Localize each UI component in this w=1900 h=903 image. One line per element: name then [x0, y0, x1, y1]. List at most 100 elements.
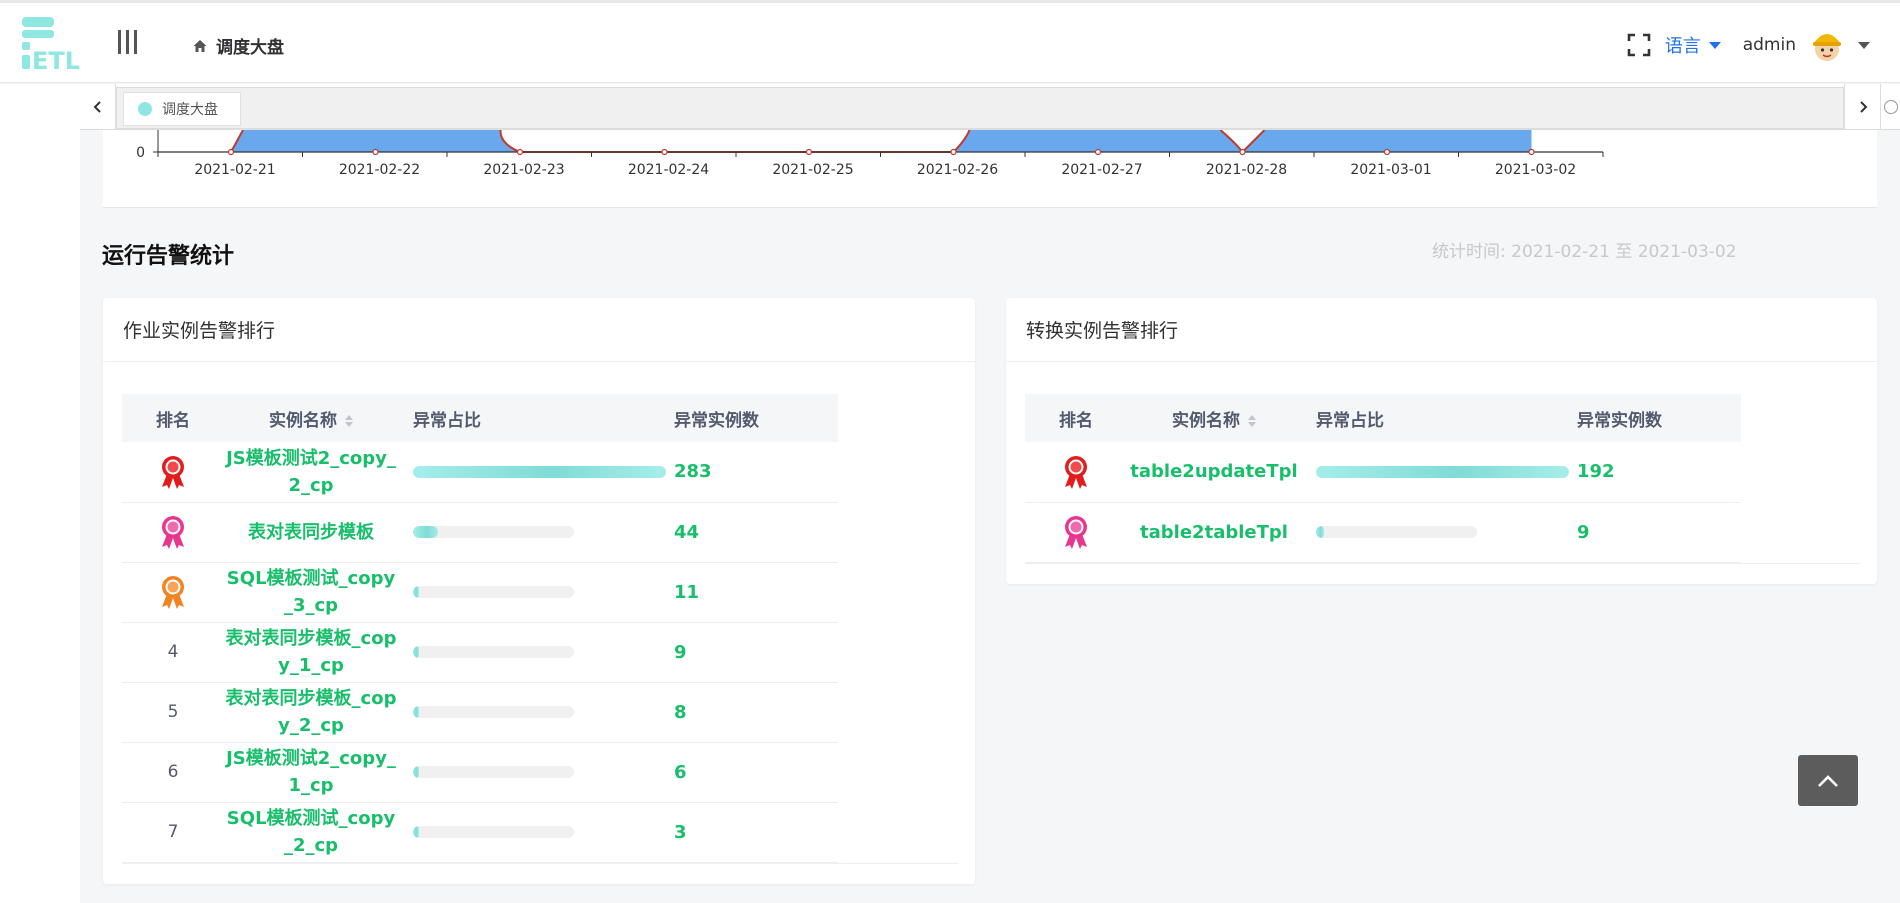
stat-time: 统计时间: 2021-02-21 至 2021-03-02	[1432, 242, 1737, 262]
hamburger-icon[interactable]	[118, 30, 140, 54]
rank-cell	[1025, 442, 1127, 503]
abnormal-count: 9	[674, 641, 687, 663]
dispatch-trend-chart: 0 2021-02-21 2021-02-22 2021-02-23 2021-02-2…	[103, 130, 1877, 208]
job-alarm-table: 排名 实例名称 异常占比 异常实例数 JS模板测试2_copy_2_cp 283 表…	[122, 394, 838, 863]
gold-medal-icon	[1065, 455, 1087, 489]
ratio-cell	[398, 682, 674, 743]
ratio-progress-fill	[413, 465, 666, 478]
name-cell: 表对表同步模板_copy_1_cp	[224, 622, 398, 683]
rank-cell: 6	[122, 742, 224, 803]
sort-icon[interactable]	[1248, 414, 1256, 427]
tab-close-all-icon[interactable]	[1880, 84, 1900, 130]
trans-alarm-table: 排名 实例名称 异常占比 异常实例数 table2updateTpl 192 tab…	[1025, 394, 1741, 563]
instance-name-link[interactable]: table2tableTpl	[1140, 519, 1288, 546]
ratio-cell	[1301, 442, 1577, 503]
x-tick-label: 2021-03-02	[1495, 162, 1576, 178]
instance-name-link[interactable]: 表对表同步模板_copy_2_cp	[224, 685, 398, 739]
table-row: 7 SQL模板测试_copy_2_cp 3	[122, 802, 838, 863]
table-header-row: 排名 实例名称 异常占比 异常实例数	[122, 394, 838, 442]
count-cell: 44	[674, 502, 838, 563]
name-cell: SQL模板测试_copy_3_cp	[224, 562, 398, 623]
ratio-progress-bar	[1316, 526, 1477, 538]
table-row: JS模板测试2_copy_2_cp 283	[122, 442, 838, 503]
data-point	[1239, 148, 1246, 156]
username[interactable]: admin	[1743, 35, 1796, 55]
x-tick-label: 2021-02-28	[1206, 162, 1287, 178]
count-cell: 8	[674, 682, 838, 743]
fullscreen-icon[interactable]	[1627, 33, 1651, 57]
ratio-progress-fill	[413, 646, 419, 658]
avatar[interactable]	[1810, 27, 1844, 63]
rank-cell	[122, 562, 224, 623]
instance-name-link[interactable]: 表对表同步模板	[248, 519, 374, 546]
tab-scroll-left-icon[interactable]	[80, 84, 116, 130]
tab-scroll-area: 调度大盘	[116, 87, 1844, 129]
navbar: ETL 调度大盘 语言 admin	[0, 3, 1900, 83]
home-icon	[193, 39, 207, 52]
job-panel-title: 作业实例告警排行	[103, 298, 975, 362]
ratio-progress-fill	[1316, 526, 1324, 538]
divider	[1025, 563, 1861, 564]
data-point	[227, 148, 235, 156]
ratio-progress-bar	[413, 706, 574, 718]
instance-name-link[interactable]: SQL模板测试_copy_3_cp	[224, 565, 398, 619]
language-dropdown[interactable]: 语言	[1665, 32, 1721, 58]
col-name[interactable]: 实例名称	[224, 394, 398, 442]
abnormal-count: 8	[674, 701, 687, 723]
ratio-progress-fill	[413, 526, 438, 538]
instance-name-link[interactable]: JS模板测试2_copy_1_cp	[224, 745, 398, 799]
rank-cell: 5	[122, 682, 224, 743]
tab-dispatch-dashboard[interactable]: 调度大盘	[123, 92, 241, 126]
breadcrumb[interactable]: 调度大盘	[192, 33, 284, 58]
count-cell: 9	[1577, 502, 1741, 563]
tab-scroll-right-icon[interactable]	[1844, 84, 1880, 130]
ratio-progress-bar	[413, 586, 574, 598]
ratio-progress-bar	[413, 826, 574, 838]
table-row: SQL模板测试_copy_3_cp 11	[122, 562, 838, 623]
instance-name-link[interactable]: JS模板测试2_copy_2_cp	[224, 445, 398, 499]
data-point	[1383, 148, 1391, 156]
col-ratio: 异常占比	[398, 394, 674, 442]
rank-number: 4	[167, 642, 179, 662]
count-cell: 3	[674, 802, 838, 863]
abnormal-count: 11	[674, 581, 700, 603]
tab-label: 调度大盘	[162, 102, 218, 118]
data-point	[661, 148, 668, 156]
data-point	[516, 148, 524, 156]
col-name[interactable]: 实例名称	[1127, 394, 1301, 442]
ratio-cell	[398, 742, 674, 803]
abnormal-count: 6	[674, 761, 687, 783]
data-point	[805, 148, 813, 156]
rank-cell	[122, 502, 224, 563]
etl-logo[interactable]: ETL	[20, 15, 80, 75]
instance-name-link[interactable]: SQL模板测试_copy_2_cp	[224, 805, 398, 859]
trans-alarm-panel: 转换实例告警排行 排名 实例名称 异常占比 异常实例数 table2update…	[1006, 298, 1877, 584]
count-cell: 9	[674, 622, 838, 683]
caret-down-icon	[1708, 41, 1721, 49]
ratio-cell	[398, 562, 674, 623]
chevron-up-icon	[1818, 774, 1838, 787]
name-cell: JS模板测试2_copy_1_cp	[224, 742, 398, 803]
instance-name-link[interactable]: 表对表同步模板_copy_1_cp	[224, 625, 398, 679]
breadcrumb-label: 调度大盘	[216, 38, 284, 58]
ratio-progress-bar	[413, 766, 574, 778]
col-count: 异常实例数	[674, 394, 838, 442]
name-cell: 表对表同步模板	[224, 502, 398, 563]
gold-medal-icon	[162, 455, 184, 489]
sort-icon[interactable]	[345, 414, 353, 427]
x-tick-label: 2021-02-21	[194, 162, 275, 178]
user-caret-down-icon[interactable]	[1858, 41, 1870, 49]
active-dot-icon	[138, 102, 152, 116]
name-cell: table2tableTpl	[1127, 502, 1301, 563]
col-rank: 排名	[1025, 394, 1127, 442]
data-point	[1528, 148, 1535, 156]
instance-name-link[interactable]: table2updateTpl	[1130, 458, 1297, 485]
ratio-progress-bar	[1316, 465, 1569, 478]
abnormal-count: 192	[1577, 461, 1615, 483]
ratio-cell	[398, 802, 674, 863]
area-segment	[231, 130, 520, 152]
table-row: 5 表对表同步模板_copy_2_cp 8	[122, 682, 838, 743]
rank-cell	[1025, 502, 1127, 563]
back-to-top-button[interactable]	[1798, 755, 1858, 806]
abnormal-count: 9	[1577, 521, 1590, 543]
